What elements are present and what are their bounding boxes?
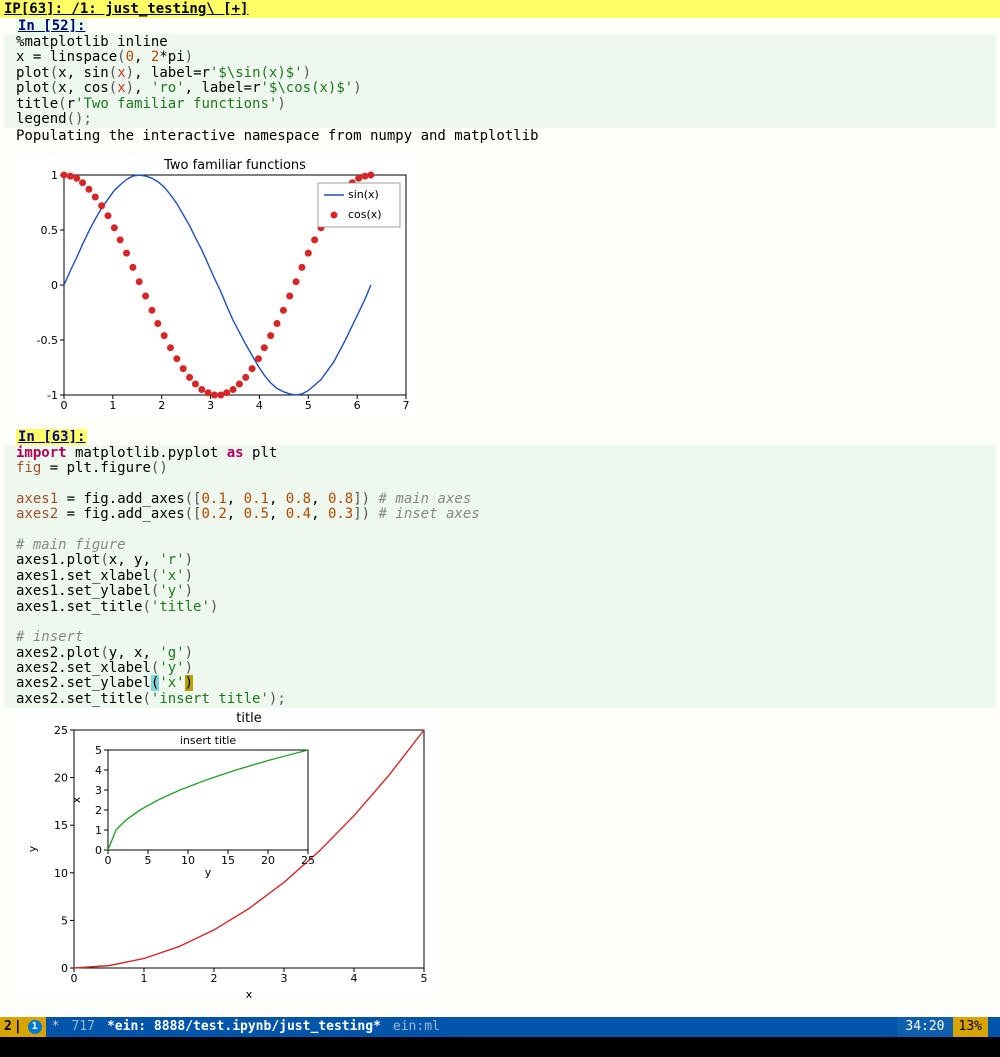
emacs-frame: IP[63]: /1: just_testing\ [+] In [52]: %…	[0, 0, 1000, 1057]
svg-text:20: 20	[54, 772, 68, 785]
svg-text:5: 5	[421, 972, 428, 985]
svg-text:10: 10	[54, 867, 68, 880]
scroll-percent: 13%	[953, 1017, 988, 1037]
cell-1-stdout: Populating the interactive namespace fro…	[4, 128, 996, 144]
svg-text:y: y	[205, 866, 212, 879]
svg-text:4: 4	[351, 972, 358, 985]
workspace-number: 2	[4, 1017, 12, 1037]
input-prompt-63: In [63]:	[16, 429, 87, 445]
svg-text:3: 3	[281, 972, 288, 985]
svg-text:-1: -1	[47, 389, 58, 402]
svg-text:0: 0	[61, 399, 68, 412]
svg-text:20: 20	[261, 854, 275, 867]
minibuffer[interactable]	[0, 1037, 1000, 1057]
cell-1-figure: Two familiar functions 0 1 2 3 4 5 6 7 -1 -0.5 0 0.5…	[16, 155, 416, 415]
svg-text:4: 4	[95, 764, 102, 777]
svg-text:15: 15	[221, 854, 235, 867]
svg-text:15: 15	[54, 819, 68, 832]
cell-2-code[interactable]: import matplotlib.pyplot as pltfig = plt…	[4, 445, 996, 709]
modified-indicator: *	[46, 1017, 66, 1037]
svg-text:0: 0	[105, 854, 112, 867]
svg-text:cos(x): cos(x)	[348, 208, 382, 221]
cell-1[interactable]: In [52]: %matplotlib inlinex = linspace(…	[16, 18, 996, 415]
window-number: 1	[28, 1020, 42, 1034]
svg-text:7: 7	[403, 399, 410, 412]
svg-text:insert title: insert title	[180, 734, 237, 747]
modeline-separator-icon: |	[12, 1017, 24, 1037]
buffer-name[interactable]: *ein: 8888/test.ipynb/just_testing*	[101, 1017, 387, 1037]
svg-text:1: 1	[95, 824, 102, 837]
svg-text:1: 1	[109, 399, 116, 412]
svg-text:x: x	[70, 797, 83, 804]
modeline: 2 | 1 * 717 *ein: 8888/test.ipynb/just_t…	[0, 1017, 1000, 1037]
svg-text:6: 6	[354, 399, 361, 412]
notebook-buffer[interactable]: In [52]: %matplotlib inlinex = linspace(…	[0, 18, 1000, 1017]
cell-1-code[interactable]: %matplotlib inlinex = linspace(0, 2*pi)p…	[4, 34, 996, 128]
input-prompt-52: In [52]:	[16, 18, 87, 34]
svg-text:2: 2	[158, 399, 165, 412]
svg-text:25: 25	[301, 854, 315, 867]
svg-text:3: 3	[95, 784, 102, 797]
svg-text:1: 1	[141, 972, 148, 985]
frame-titlebar: IP[63]: /1: just_testing\ [+]	[0, 0, 1000, 18]
svg-text:5: 5	[95, 744, 102, 757]
svg-text:5: 5	[61, 915, 68, 928]
svg-text:3: 3	[207, 399, 214, 412]
svg-text:1: 1	[51, 169, 58, 182]
line-count: 717	[65, 1017, 100, 1037]
major-mode: ein:ml	[387, 1017, 446, 1037]
svg-text:y: y	[26, 846, 39, 853]
svg-text:0.5: 0.5	[41, 224, 59, 237]
svg-text:x: x	[246, 988, 253, 998]
svg-text:0: 0	[51, 279, 58, 292]
cell-2[interactable]: In [63]: import matplotlib.pyplot as plt…	[16, 429, 996, 999]
svg-text:4: 4	[256, 399, 263, 412]
svg-text:25: 25	[54, 724, 68, 737]
svg-text:sin(x): sin(x)	[348, 188, 379, 201]
svg-text:0: 0	[71, 972, 78, 985]
svg-text:-0.5: -0.5	[37, 334, 58, 347]
svg-text:2: 2	[95, 804, 102, 817]
svg-text:5: 5	[145, 854, 152, 867]
svg-text:Two familiar functions: Two familiar functions	[163, 158, 306, 173]
svg-text:2: 2	[211, 972, 218, 985]
svg-text:5: 5	[305, 399, 312, 412]
svg-text:0: 0	[61, 962, 68, 975]
svg-text:10: 10	[181, 854, 195, 867]
svg-text:0: 0	[95, 844, 102, 857]
cursor-position: 34:20	[897, 1017, 952, 1037]
cell-2-figure: title0123450510152025xyinsert title05101…	[16, 708, 436, 998]
svg-text:title: title	[236, 711, 261, 726]
workspace-indicator[interactable]: 2 | 1	[0, 1017, 46, 1037]
